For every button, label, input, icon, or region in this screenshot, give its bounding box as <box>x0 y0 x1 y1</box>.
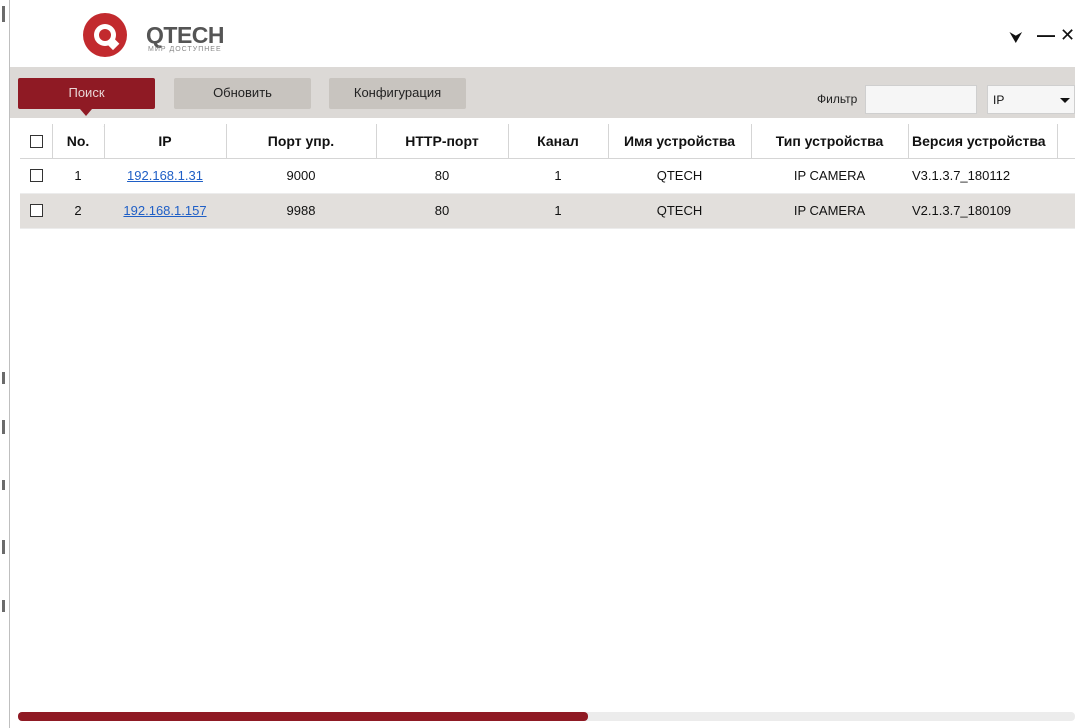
window-left-edge <box>0 0 10 728</box>
filter-input[interactable] <box>865 85 977 114</box>
cell-device-type: IP CAMERA <box>793 168 866 183</box>
edge-mark <box>2 420 5 434</box>
close-button[interactable]: ✕ <box>1060 26 1075 44</box>
column-header-device-version[interactable]: Версия устройства <box>908 124 1058 158</box>
minimize-button[interactable]: — <box>1037 26 1055 44</box>
column-header-device-name[interactable]: Имя устройства <box>608 124 752 158</box>
qtech-logo: QTECH МИР ДОСТУПНЕЕ <box>82 12 232 58</box>
cell-http-port: 80 <box>434 203 450 218</box>
search-button[interactable]: Поиск <box>18 78 155 116</box>
table-row[interactable]: 1 192.168.1.31 9000 80 1 QTECH IP CAMERA… <box>20 159 1075 194</box>
cell-port: 9000 <box>286 168 316 183</box>
edge-mark <box>2 480 5 490</box>
row-checkbox-cell <box>20 194 52 228</box>
device-table: ⌄ No. IP Порт упр. HTTP-порт Канал Имя у… <box>20 124 1075 229</box>
table-row[interactable]: 2 192.168.1.157 9988 80 1 QTECH IP CAMER… <box>20 194 1075 229</box>
filter-type-select[interactable]: IP <box>987 85 1075 114</box>
cell-no: 1 <box>74 168 82 183</box>
column-header-ip[interactable]: IP <box>104 124 227 158</box>
toolbar: Поиск Обновить Конфигурация Фильтр IP <box>10 67 1075 118</box>
title-bar: QTECH МИР ДОСТУПНЕЕ ⮟ — ✕ <box>10 0 1075 67</box>
column-header-label: No. <box>66 133 90 149</box>
chevron-down-icon <box>1060 98 1070 103</box>
column-header-http-port[interactable]: HTTP-порт <box>376 124 509 158</box>
cell-no: 2 <box>74 203 82 218</box>
scrollbar-thumb[interactable] <box>18 712 588 721</box>
column-header-channel[interactable]: Канал <box>508 124 609 158</box>
cell-channel: 1 <box>554 203 562 218</box>
cell-ip: 192.168.1.157 <box>104 194 226 228</box>
column-header-no[interactable]: ⌄ No. <box>52 124 105 158</box>
column-header-port[interactable]: Порт упр. <box>226 124 377 158</box>
ip-link[interactable]: 192.168.1.31 <box>127 168 203 183</box>
filter-type-value: IP <box>993 93 1005 107</box>
cell-device-version: V2.1.3.7_180109 <box>912 203 1012 218</box>
configuration-button[interactable]: Конфигурация <box>329 78 466 109</box>
row-checkbox-cell <box>20 159 52 193</box>
ip-link[interactable]: 192.168.1.157 <box>123 203 206 218</box>
edge-mark <box>2 6 5 22</box>
cell-device-type: IP CAMERA <box>793 203 866 218</box>
cell-device-name: QTECH <box>656 203 703 218</box>
brand-name: QTECH <box>146 22 225 48</box>
cell-ip: 192.168.1.31 <box>104 159 226 193</box>
edge-mark <box>2 600 5 612</box>
select-all-checkbox-cell <box>20 124 53 158</box>
filter-label: Фильтр <box>817 92 858 106</box>
column-header-device-type[interactable]: Тип устройства <box>751 124 909 158</box>
refresh-button[interactable]: Обновить <box>174 78 311 109</box>
qtech-logo-icon <box>83 13 127 57</box>
table-header: ⌄ No. IP Порт упр. HTTP-порт Канал Имя у… <box>20 124 1075 159</box>
edge-mark <box>2 540 5 554</box>
pin-icon[interactable]: ⮟ <box>1010 28 1022 46</box>
row-checkbox[interactable] <box>29 204 43 218</box>
select-all-checkbox[interactable] <box>29 134 43 148</box>
cell-channel: 1 <box>554 168 562 183</box>
cell-port: 9988 <box>286 203 316 218</box>
cell-http-port: 80 <box>434 168 450 183</box>
cell-device-version: V3.1.3.7_180112 <box>912 168 1011 183</box>
horizontal-scrollbar[interactable] <box>18 712 1075 721</box>
edge-mark <box>2 372 5 384</box>
brand-tagline: МИР ДОСТУПНЕЕ <box>148 46 222 53</box>
row-checkbox[interactable] <box>29 169 43 183</box>
cell-device-name: QTECH <box>656 168 703 183</box>
